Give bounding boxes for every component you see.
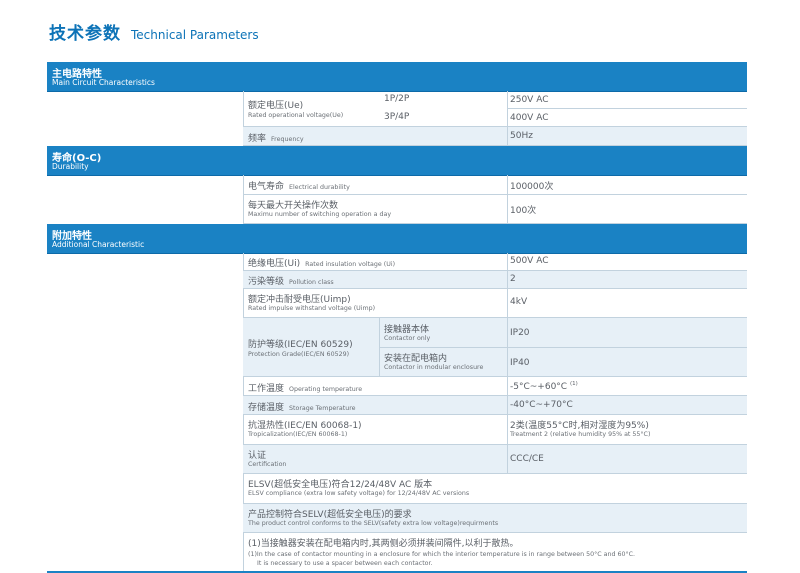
row-label-en: Rated impulse withstand voltage (Uimp) [248,305,376,312]
row-protection-grade: 防护等级(IEC/EN 60529) Protection Grade(IEC/… [243,318,747,377]
sub-label-enclosure: 安装在配电箱内 [384,354,448,364]
sub-label-contactor-en: Contactor only [384,335,431,342]
row-electrical-durability: 电气寿命 Electrical durability 100000次 [243,175,747,195]
row-label: 额定冲击耐受电压(Uimp) [248,295,351,305]
row-value: 2 [510,274,516,284]
row-insulation-voltage: 绝缘电压(Ui) Rated insulation voltage (Ui) 50… [243,253,747,271]
sub-label-3p4p: 3P/4P [384,112,410,122]
row-label-en: Protection Grade(IEC/EN 60529) [248,351,350,358]
row-storage-temperature: 存储温度 Storage Temperature -40°C~+70°C [243,396,747,415]
value-enclosure: IP40 [510,358,530,368]
row-label: 抗湿热性(IEC/EN 60068-1) [248,421,362,431]
value-1p2p: 250V AC [510,95,549,105]
row-value: 50Hz [510,131,533,141]
row-pollution-class: 污染等级 Pollution class 2 [243,271,747,289]
row-value: 100000次 [510,182,554,192]
value-contactor: IP20 [510,328,530,338]
section-header-main-circuit: 主电路特性 Main Circuit Characteristics [47,62,747,92]
row-certification: 认证 Certification CCC/CE [243,445,747,474]
row-value: 100次 [510,206,537,216]
row-tropicalization: 抗湿热性(IEC/EN 60068-1) Tropicalization(IEC… [243,415,747,445]
row-label: 额定电压(Ue) [248,101,304,111]
row-label: 产品控制符合SELV(超低安全电压)的要求 [248,510,412,520]
row-label: 绝缘电压(Ui) Rated insulation voltage (Ui) [248,259,396,269]
page-title-cn: 技术参数 [49,24,121,44]
row-value: 500V AC [510,256,549,266]
row-label: 电气寿命 Electrical durability [248,182,350,192]
footnote-cn: (1)当接触器安装在配电箱内时,其两侧必须拼装间隔件,以利于散热。 [248,539,519,549]
footnote-en-line2: It is necessary to use a spacer between … [257,560,433,567]
row-label: 防护等级(IEC/EN 60529) [248,340,353,350]
page-title-en: Technical Parameters [131,28,259,42]
section-title-en: Durability [52,162,89,171]
row-label: 认证 [248,451,267,461]
page-title: 技术参数 Technical Parameters [49,19,259,44]
row-label: 每天最大开关操作次数 [248,201,339,211]
row-value: 2类(温度55°C时,相对湿度为95%) [510,421,649,431]
row-label: 污染等级 Pollution class [248,277,334,287]
row-label-en: The product control conforms to the SELV… [248,520,499,527]
sub-label-contactor: 接触器本体 [384,325,430,335]
row-switching-operations: 每天最大开关操作次数 Maximu number of switching op… [243,195,747,224]
sub-label-1p2p: 1P/2P [384,94,410,104]
row-label: 工作温度 Operating temperature [248,384,363,394]
section-title-en: Main Circuit Characteristics [52,78,155,87]
row-value: CCC/CE [510,454,544,464]
row-value: -5°C~+60°C (1) [510,381,578,392]
section-header-durability: 寿命(O-C) Durability [47,146,747,176]
row-footnote: (1)当接触器安装在配电箱内时,其两侧必须拼装间隔件,以利于散热。 (1)In … [243,533,747,571]
row-label: 存储温度 Storage Temperature [248,403,356,413]
footnote-marker: (1) [569,381,578,387]
row-label-en: Tropicalization(IEC/EN 60068-1) [248,431,348,438]
row-frequency: 频率 Frequency 50Hz [243,127,747,146]
row-label-en: Certification [248,461,287,468]
row-label-en: Rated operational voltage(Ue) [248,112,344,119]
row-rated-voltage: 额定电压(Ue) Rated operational voltage(Ue) 1… [243,91,747,127]
row-elsv: ELSV(超低安全电压)符合12/24/48V AC 版本 ELSV compl… [243,474,747,504]
row-value: 4kV [510,297,528,307]
sub-label-enclosure-en: Contactor in modular enclosure [384,364,484,371]
row-label: ELSV(超低安全电压)符合12/24/48V AC 版本 [248,480,433,490]
row-value: -40°C~+70°C [510,400,573,410]
section-header-additional: 附加特性 Additional Characteristic [47,224,747,254]
row-selv: 产品控制符合SELV(超低安全电压)的要求 The product contro… [243,504,747,533]
footnote-en-line1: (1)In the case of contactor mounting in … [248,551,636,558]
value-3p4p: 400V AC [510,113,549,123]
row-label: 频率 Frequency [248,134,304,144]
row-value-en: Treatment 2 (relative humidity 95% at 55… [510,431,651,438]
row-label-en: ELSV compliance (extra low safety voltag… [248,490,470,497]
section-title-en: Additional Characteristic [52,240,145,249]
row-label-en: Maximu number of switching operation a d… [248,211,392,218]
row-impulse-voltage: 额定冲击耐受电压(Uimp) Rated impulse withstand v… [243,289,747,318]
row-operating-temperature: 工作温度 Operating temperature -5°C~+60°C (1) [243,377,747,396]
